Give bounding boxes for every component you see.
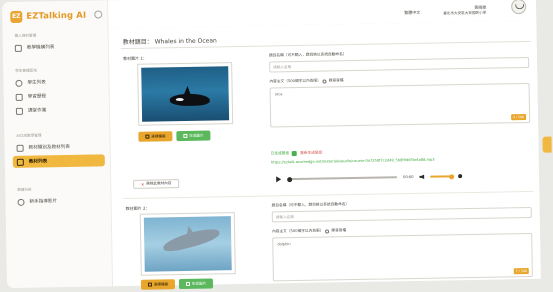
char-counter-2: 7 / 500 [513, 267, 529, 275]
trend-icon [17, 198, 25, 206]
name-input-1[interactable]: 請輸入名稱 [269, 56, 530, 73]
char-counter-1: 4 / 500 [510, 114, 527, 121]
generate-image-button-2[interactable]: 生成圖片 [178, 278, 214, 290]
close-icon: × [140, 181, 145, 187]
section-title-students: 學生管理區域 [15, 68, 37, 73]
generate-image-button-1[interactable]: 生成圖片 [176, 130, 211, 142]
sidebar-item-tutorial-videos[interactable]: 新手指導影片 [13, 194, 105, 208]
sidebar-item-institutions[interactable]: 教學機構列表 [11, 40, 103, 54]
material-image-2 [139, 212, 236, 276]
file-icon [147, 282, 152, 287]
brand[interactable]: EZ EZTalking AI [10, 10, 86, 23]
main-content: 教材題目： Whales in the Ocean 教材圖片 1： 選擇檔案 生… [108, 20, 541, 290]
volume-slider[interactable] [430, 175, 453, 178]
audio-url[interactable]: https://eztalk.azureedge.net/materials/a… [271, 156, 531, 165]
audio-time: 00:00 [403, 174, 414, 180]
file-icon [145, 134, 150, 139]
audio-status: 已生成語音 重新生成語音 [270, 150, 323, 157]
name-label-2: 題目名稱（可不輸入，題目將以系統自動命名） [271, 202, 350, 208]
sidebar-item-label: 課堂作業 [27, 108, 47, 114]
user-school: 臺北市大安區大安國民小學 [443, 10, 487, 16]
material-image-1 [137, 62, 234, 126]
book-icon [15, 93, 23, 101]
sidebar-item-label: 學習歷程 [27, 94, 47, 100]
picture-label-1: 教材圖片 1： [122, 55, 147, 62]
brand-name: EZTalking AI [26, 10, 87, 22]
sidebar-item-learning-history[interactable]: 學習歷程 [12, 89, 104, 103]
language-selector[interactable]: 繁體中文 [404, 10, 420, 16]
user-icon [15, 79, 23, 87]
edit-icon [15, 107, 23, 115]
content-label-1: 內容主文（500個字以內為限） 錄音音檔 [269, 78, 344, 84]
content-textarea-1[interactable]: orca 4 / 500 [269, 82, 531, 128]
sidebar-item-homework[interactable]: 課堂作業 [12, 103, 104, 117]
orca-image [169, 93, 210, 107]
content-label-2: 內容主文（500個字以內為限） 錄音音檔 [272, 228, 347, 234]
image-icon [183, 134, 188, 138]
upload-file-button-1[interactable]: 選擇檔案 [138, 131, 173, 142]
content-textarea-2[interactable]: dolphin 7 / 500 [272, 232, 533, 282]
brand-logo-icon: EZ [10, 10, 23, 23]
section-title-ai-materials: AI口說教學管理 [16, 133, 42, 138]
avatar[interactable] [511, 0, 527, 15]
name-input-2[interactable]: 請輸入名稱 [271, 206, 532, 223]
more-options-icon[interactable] [458, 174, 463, 179]
sidebar-item-label: 學生列表 [27, 80, 46, 86]
upload-file-button-2[interactable]: 選擇檔案 [140, 279, 176, 290]
document-icon [16, 158, 24, 166]
microphone-icon[interactable] [325, 228, 330, 234]
audio-progress-slider[interactable] [287, 176, 398, 181]
picture-label-2: 教材圖片 2： [125, 205, 150, 212]
sidebar-item-label: 新手指導影片 [29, 199, 58, 205]
sidebar-item-label: 教材類別及教材列表 [28, 144, 70, 151]
dolphin-image [161, 225, 222, 255]
item-divider [123, 190, 534, 200]
play-icon[interactable] [276, 176, 282, 183]
side-panel-toggle[interactable] [542, 136, 552, 153]
image-icon [185, 282, 190, 286]
audio-player: 00:00 [271, 169, 531, 186]
volume-icon[interactable] [419, 174, 424, 179]
regenerate-audio-link[interactable]: 重新生成語音 [300, 151, 322, 156]
sidebar-item-label: 教材列表 [28, 159, 48, 165]
section-title-profile: 個人資料管理 [14, 33, 37, 38]
sidebar-item-students[interactable]: 學生列表 [11, 75, 103, 89]
name-label-1: 題目名稱（可不輸入，題目將以系統自動命名） [268, 52, 347, 58]
microphone-icon[interactable] [322, 78, 327, 84]
sidebar-item-materials[interactable]: 教材列表 [12, 154, 105, 168]
sidebar-item-label: 教學機構列表 [26, 45, 55, 51]
sidebar: EZ EZTalking AI 個人資料管理 教學機構列表 學生管理區域 學生列… [2, 0, 114, 289]
list-icon [16, 144, 24, 152]
breadcrumb: 教材題目： Whales in the Ocean [122, 37, 217, 47]
sidebar-item-material-categories[interactable]: 教材類別及教材列表 [12, 140, 104, 154]
delete-material-button[interactable]: × 刪除此教材內容 [133, 179, 180, 189]
home-icon [14, 44, 22, 52]
section-title-analytics: 數據分析 [17, 187, 32, 192]
gear-icon[interactable] [94, 10, 103, 19]
check-icon [292, 151, 298, 157]
